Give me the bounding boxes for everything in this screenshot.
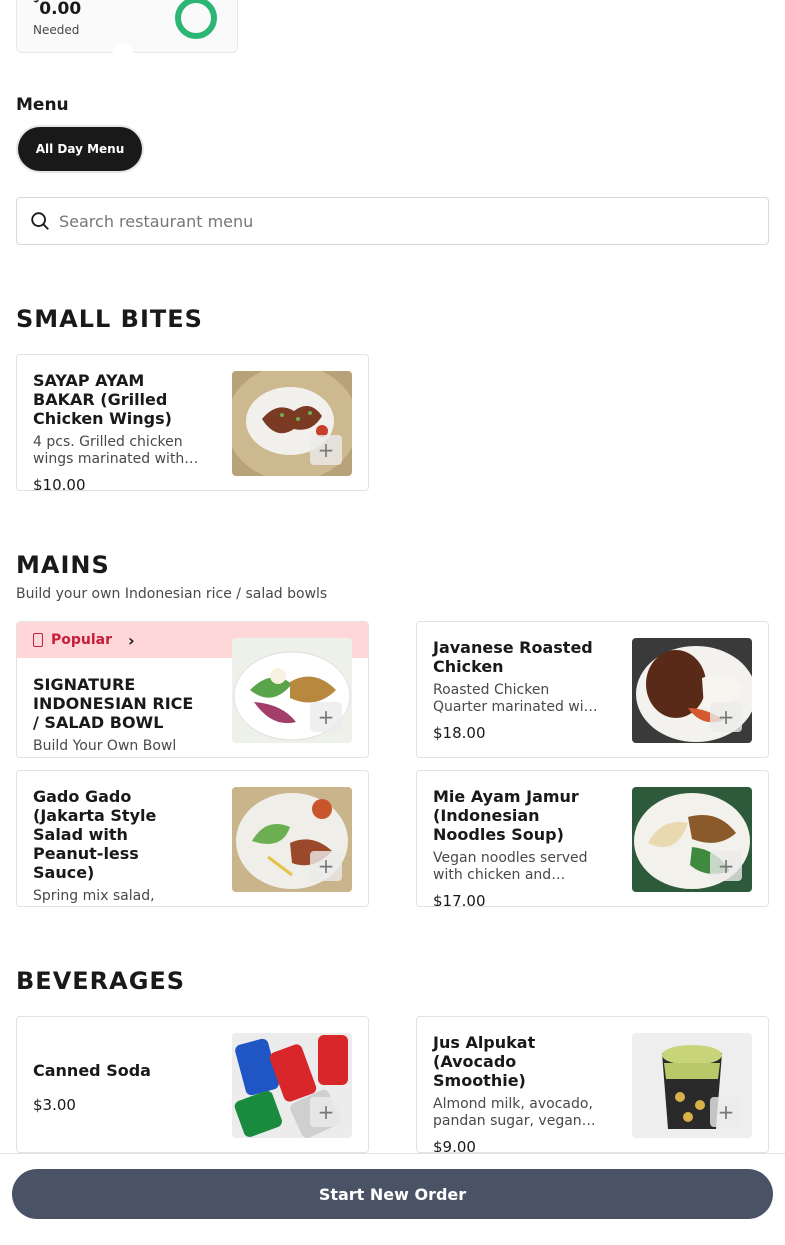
menu-item-card[interactable]: Mie Ayam Jamur (Indonesian Noodles Soup)… — [416, 770, 769, 907]
add-item-button[interactable]: + — [710, 702, 742, 732]
item-name: SIGNATURE INDONESIAN RICE / SALAD BOWL — [33, 675, 194, 732]
item-text: Jus Alpukat (Avocado Smoothie) Almond mi… — [433, 1033, 603, 1153]
add-item-button[interactable]: + — [310, 851, 342, 881]
item-price: $3.00 — [33, 1096, 76, 1114]
search-bar[interactable] — [16, 197, 769, 245]
plus-icon: + — [717, 854, 735, 878]
section-subtitle-mains: Build your own Indonesian rice / salad b… — [16, 586, 328, 602]
item-text: SAYAP AYAM BAKAR (Grilled Chicken Wings)… — [33, 371, 203, 491]
plus-icon: + — [717, 705, 735, 729]
start-new-order-button[interactable]: Start New Order — [12, 1169, 773, 1219]
section-title-beverages: BEVERAGES — [16, 967, 186, 995]
item-text: Canned Soda $3.00 — [33, 1061, 203, 1114]
section-title-mains: MAINS — [16, 551, 110, 579]
item-name: Javanese Roasted Chicken — [433, 638, 593, 676]
item-description: Vegan noodles served with chicken and… — [433, 850, 588, 883]
item-price: $9.00 — [433, 1138, 476, 1153]
budget-currency: $ — [33, 0, 40, 6]
avocado-smoothie-photo[interactable]: + — [632, 1033, 752, 1138]
item-text: Mie Ayam Jamur (Indonesian Noodles Soup)… — [433, 787, 603, 907]
budget-card: $0.00 Needed — [16, 0, 238, 55]
item-description: Almond milk, avocado, pandan sugar, vega… — [433, 1096, 596, 1129]
plus-icon: + — [317, 854, 335, 878]
section-title-small-bites: SMALL BITES — [16, 305, 203, 333]
chevron-right-icon: › — [128, 630, 135, 650]
plus-icon: + — [317, 705, 335, 729]
search-input[interactable] — [59, 211, 739, 231]
rice-salad-bowl-photo[interactable]: + — [232, 638, 352, 743]
menu-heading: Menu — [16, 95, 69, 115]
roasted-chicken-photo[interactable]: + — [632, 638, 752, 743]
menu-item-card[interactable]: Javanese Roasted Chicken Roasted Chicken… — [416, 621, 769, 758]
item-text: SIGNATURE INDONESIAN RICE / SALAD BOWL B… — [33, 675, 203, 755]
popular-label: Popular — [51, 632, 113, 648]
menu-item-card[interactable]: Canned Soda $3.00 + — [16, 1016, 369, 1153]
gado-gado-photo[interactable]: + — [232, 787, 352, 892]
add-item-button[interactable]: + — [310, 435, 342, 465]
footer-bar: Start New Order — [0, 1153, 785, 1245]
item-price: $10.00 — [33, 476, 86, 491]
noodle-soup-photo[interactable]: + — [632, 787, 752, 892]
badge-icon — [33, 633, 43, 647]
item-description: Roasted Chicken Quarter marinated wi… — [433, 682, 598, 715]
item-text: Gado Gado (Jakarta Style Salad with Pean… — [33, 787, 203, 905]
item-name: Jus Alpukat (Avocado Smoothie) — [433, 1033, 536, 1090]
item-description: Spring mix salad, — [33, 888, 155, 904]
canned-soda-photo[interactable]: + — [232, 1033, 352, 1138]
item-name: Mie Ayam Jamur (Indonesian Noodles Soup) — [433, 787, 579, 844]
plus-icon: + — [317, 1100, 335, 1124]
tab-all-day-menu[interactable]: All Day Menu — [18, 127, 142, 171]
card-notch — [113, 43, 133, 55]
plus-icon: + — [317, 438, 335, 462]
search-icon — [31, 212, 49, 230]
item-name: SAYAP AYAM BAKAR (Grilled Chicken Wings) — [33, 371, 172, 428]
plus-icon: + — [717, 1100, 735, 1124]
menu-item-card[interactable]: Gado Gado (Jakarta Style Salad with Pean… — [16, 770, 369, 907]
item-price: $18.00 — [433, 724, 486, 742]
add-item-button[interactable]: + — [710, 1097, 742, 1127]
grilled-chicken-wings-photo[interactable]: + — [232, 371, 352, 476]
item-text: Javanese Roasted Chicken Roasted Chicken… — [433, 638, 603, 742]
add-item-button[interactable]: + — [310, 702, 342, 732]
budget-value: 0.00 — [39, 0, 82, 19]
menu-item-card[interactable]: Popular › SIGNATURE INDONESIAN RICE / SA… — [16, 621, 369, 758]
add-item-button[interactable]: + — [310, 1097, 342, 1127]
menu-item-card[interactable]: SAYAP AYAM BAKAR (Grilled Chicken Wings)… — [16, 354, 369, 491]
item-description: Build Your Own Bowl — [33, 738, 177, 754]
item-description: 4 pcs. Grilled chicken wings marinated w… — [33, 434, 199, 467]
progress-ring-icon — [175, 0, 217, 39]
item-name: Canned Soda — [33, 1061, 151, 1080]
menu-item-card[interactable]: Jus Alpukat (Avocado Smoothie) Almond mi… — [416, 1016, 769, 1153]
item-price: $17.00 — [433, 892, 486, 907]
item-name: Gado Gado (Jakarta Style Salad with Pean… — [33, 787, 157, 882]
add-item-button[interactable]: + — [710, 851, 742, 881]
budget-amount: $0.00 — [33, 0, 81, 19]
budget-label: Needed — [33, 23, 80, 37]
